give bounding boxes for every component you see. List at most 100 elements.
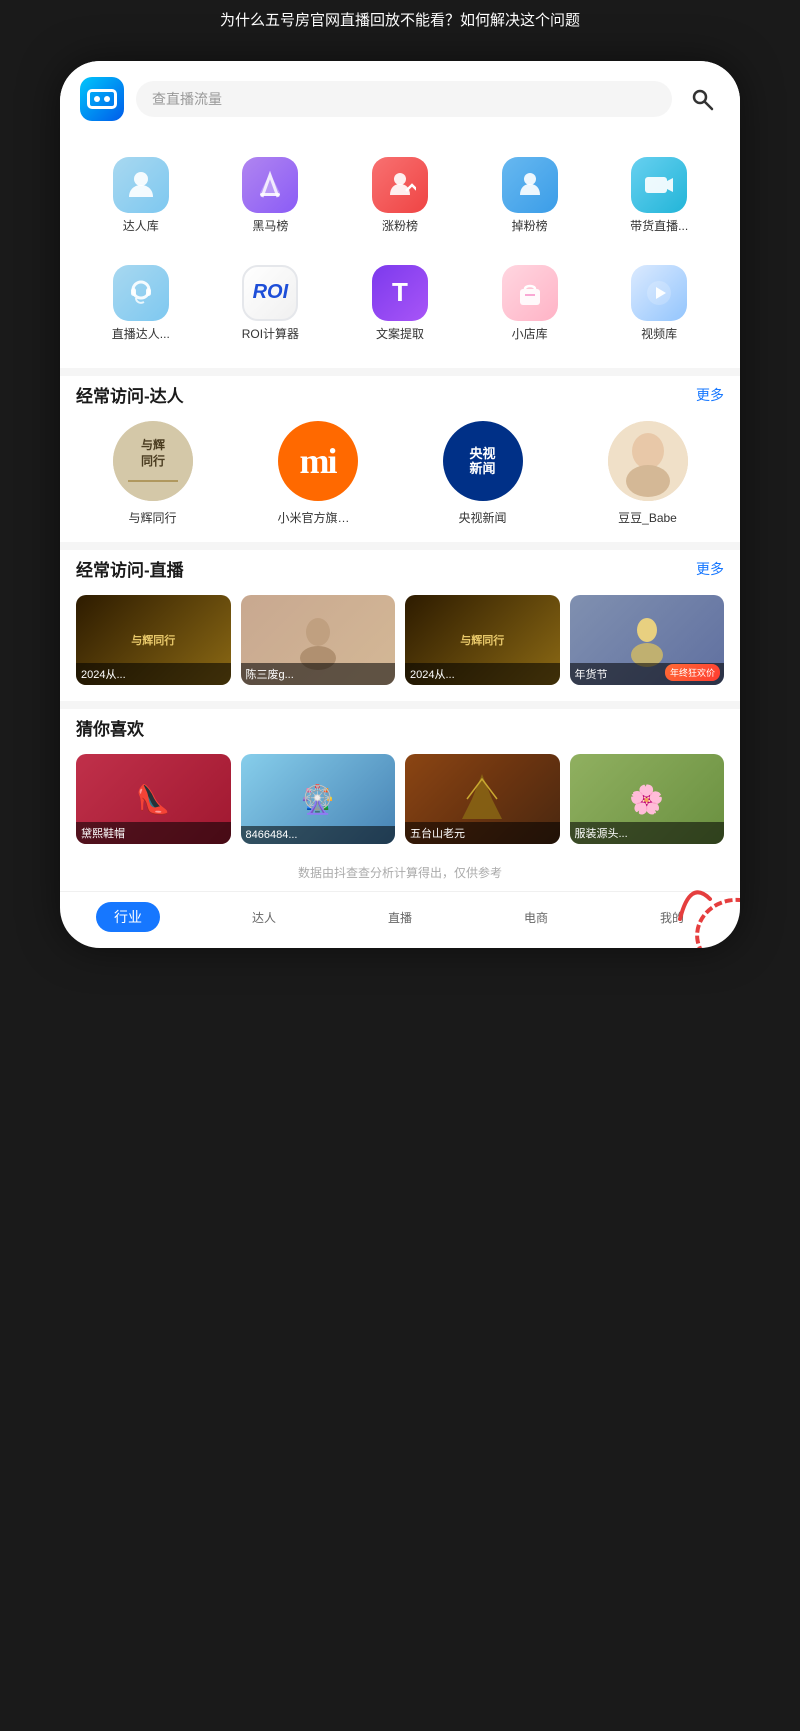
live-item-1[interactable]: 与辉同行 2024从... [76, 595, 231, 685]
frequent-live-title: 经常访问-直播 [76, 556, 184, 581]
svg-text:与辉: 与辉 [140, 438, 164, 452]
talent-item-yuhui[interactable]: 与辉 同行 与辉同行 [76, 421, 229, 526]
guess-label-1: 黛熙鞋帽 [76, 822, 231, 844]
icon-fans-down[interactable]: 掉粉榜 [465, 147, 595, 245]
frequent-live-more[interactable]: 更多 [696, 559, 724, 579]
roi-icon-box: ROI [242, 265, 298, 321]
yuhui-bg: 与辉 同行 [113, 421, 193, 501]
avatar-doudou [608, 421, 688, 501]
icon-shop[interactable]: 小店库 [465, 255, 595, 353]
shop-label: 小店库 [512, 327, 548, 343]
shop-icon-box [502, 265, 558, 321]
top-bar: 为什么五号房官网直播回放不能看？如何解决这个问题 [0, 0, 800, 41]
copy-icon-box: T [372, 265, 428, 321]
camera-icon [642, 168, 676, 202]
nav-talent-label: 达人 [252, 909, 276, 926]
icon-roi[interactable]: ROI ROI计算器 [206, 255, 336, 353]
bag-icon [514, 277, 546, 309]
live-item-3[interactable]: 与辉同行 2024从... [405, 595, 560, 685]
nav-ecommerce[interactable]: 电商 [468, 909, 604, 926]
live-label-2: 陈三废g... [241, 663, 396, 685]
roi-text: ROI [253, 281, 289, 304]
frequent-talent-header: 经常访问-达人 更多 [76, 382, 724, 407]
live-label-1: 2024从... [76, 663, 231, 685]
page-title: 为什么五号房官网直播回放不能看？如何解决这个问题 [20, 10, 780, 31]
app-logo [80, 77, 124, 121]
talent-item-xiaomi[interactable]: mi 小米官方旗舰店 [241, 421, 394, 526]
icon-fans-up[interactable]: 涨粉榜 [335, 147, 465, 245]
xiaomi-text: mi [300, 440, 336, 482]
talent-item-doudou[interactable]: 豆豆_Babe [571, 421, 724, 526]
nav-live-label: 直播 [388, 909, 412, 926]
blackhorse-label: 黑马榜 [252, 219, 288, 235]
divider1 [60, 368, 740, 376]
guess-label-2: 8466484... [241, 826, 396, 844]
guess-label-3: 五台山老元 [405, 822, 560, 844]
icon-talent[interactable]: 达人库 [76, 147, 206, 245]
frequent-live-section: 经常访问-直播 更多 与辉同行 2024从... [60, 556, 740, 695]
footer-note: 数据由抖查查分析计算得出，仅供参考 [60, 854, 740, 887]
guess-item-4[interactable]: 🌸 服装源头... [570, 754, 725, 844]
guess-like-section: 猜你喜欢 👠 黛熙鞋帽 🎡 8466484... [60, 715, 740, 854]
fans-up-label: 涨粉榜 [382, 219, 418, 235]
live-shop-icon-box [631, 157, 687, 213]
frequent-talent-more[interactable]: 更多 [696, 385, 724, 405]
live-badge-4: 年终狂欢价 [665, 664, 720, 681]
talent-name-doudou: 豆豆_Babe [618, 509, 677, 526]
nav-industry[interactable]: 行业 [60, 902, 196, 932]
live-label-3: 2024从... [405, 663, 560, 685]
nav-ecommerce-label: 电商 [524, 909, 548, 926]
talent-label: 达人库 [123, 219, 159, 235]
guess-row: 👠 黛熙鞋帽 🎡 8466484... [76, 754, 724, 854]
bottom-nav: 行业 达人 直播 电商 我的 [60, 891, 740, 948]
guess-item-3[interactable]: 五台山老元 [405, 754, 560, 844]
icon-copy[interactable]: T 文案提取 [335, 255, 465, 353]
fans-down-label: 掉粉榜 [512, 219, 548, 235]
talent-icon-box [113, 157, 169, 213]
doudou-bg [608, 421, 688, 501]
divider3 [60, 701, 740, 709]
talent-name-yuhui: 与辉同行 [128, 509, 176, 526]
live-item-4[interactable]: 年货节 年终狂欢价 [570, 595, 725, 685]
play-icon [644, 278, 674, 308]
blackhorse-icon [252, 167, 288, 203]
nav-mine-label: 我的 [660, 909, 684, 926]
nav-talent[interactable]: 达人 [196, 909, 332, 926]
fans-up-icon-box [372, 157, 428, 213]
frequent-talent-section: 经常访问-达人 更多 与辉 同行 与辉同行 [60, 382, 740, 536]
guess-item-2[interactable]: 🎡 8466484... [241, 754, 396, 844]
roi-label: ROI计算器 [242, 327, 299, 343]
icon-live-talent[interactable]: 直播达人... [76, 255, 206, 353]
talent-item-cctv[interactable]: 央视 新闻 央视新闻 [406, 421, 559, 526]
live-shop-label: 带货直播... [630, 219, 688, 235]
icon-live-shop[interactable]: 带货直播... [594, 147, 724, 245]
phone-frame: 查直播流量 达人库 [60, 61, 740, 948]
arrow-down-icon [514, 169, 546, 201]
live-row: 与辉同行 2024从... 陈三废g... 与辉同行 [76, 595, 724, 695]
live-item-2[interactable]: 陈三废g... [241, 595, 396, 685]
fans-down-icon-box [502, 157, 558, 213]
talent-name-cctv: 央视新闻 [458, 509, 506, 526]
nav-mine[interactable]: 我的 [604, 909, 740, 926]
search-icon-btn[interactable] [684, 81, 720, 117]
person-icon [125, 169, 157, 201]
search-bar[interactable]: 查直播流量 [136, 81, 672, 117]
logo-icon [87, 89, 117, 109]
icon-blackhorse[interactable]: 黑马榜 [206, 147, 336, 245]
video-icon-box [631, 265, 687, 321]
icon-video[interactable]: 视频库 [594, 255, 724, 353]
t-text: T [392, 277, 408, 308]
guess-like-title: 猜你喜欢 [76, 715, 144, 740]
nav-industry-label: 行业 [96, 902, 160, 932]
icons-row2: 直播达人... ROI ROI计算器 T 文案提取 [60, 255, 740, 363]
arrow-up-icon [384, 169, 416, 201]
avatar-cctv: 央视 新闻 [443, 421, 523, 501]
talent-row: 与辉 同行 与辉同行 mi 小米官方旗舰店 [76, 421, 724, 536]
guess-item-1[interactable]: 👠 黛熙鞋帽 [76, 754, 231, 844]
blackhorse-icon-box [242, 157, 298, 213]
svg-text:同行: 同行 [140, 453, 164, 468]
cctv-text: 央视 新闻 [469, 446, 495, 477]
search-icon [690, 87, 714, 111]
nav-live[interactable]: 直播 [332, 909, 468, 926]
video-label: 视频库 [641, 327, 677, 343]
